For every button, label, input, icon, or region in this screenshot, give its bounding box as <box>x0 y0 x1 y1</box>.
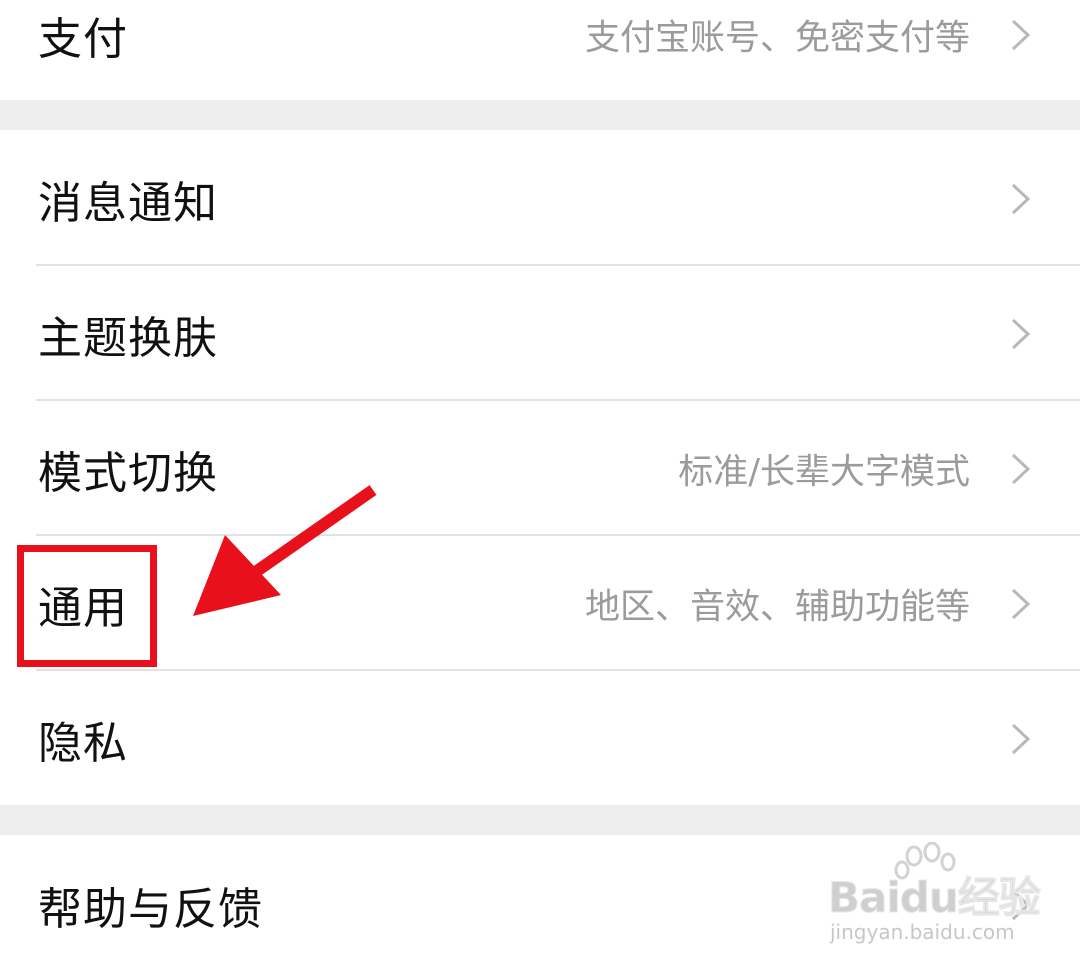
section-gap <box>0 805 1080 835</box>
settings-row-label: 消息通知 <box>38 178 218 229</box>
chevron-right-icon <box>1011 453 1031 485</box>
settings-row-label: 主题换肤 <box>38 313 218 364</box>
row-divider <box>36 399 1080 401</box>
row-divider <box>36 669 1080 671</box>
settings-row-label: 隐私 <box>38 718 128 769</box>
settings-row-label: 帮助与反馈 <box>38 884 263 935</box>
pointer-arrow-icon <box>193 485 377 616</box>
settings-row-payment[interactable]: 支付 支付宝账号、免密支付等 <box>0 0 1080 102</box>
settings-row-general[interactable]: 通用 地区、音效、辅助功能等 <box>0 537 1080 671</box>
chevron-right-icon <box>1011 183 1031 215</box>
settings-row-label: 支付 <box>38 14 128 65</box>
watermark: Baidu经验 jingyan.baidu.com <box>822 842 1062 952</box>
section-gap <box>0 100 1080 130</box>
settings-row-theme[interactable]: 主题换肤 <box>0 267 1080 401</box>
chevron-right-icon <box>1011 588 1031 620</box>
settings-row-hint: 地区、音效、辅助功能等 <box>584 587 970 628</box>
chevron-right-icon <box>1011 19 1031 51</box>
settings-row-hint: 标准/长辈大字模式 <box>678 452 970 493</box>
settings-row-privacy[interactable]: 隐私 <box>0 672 1080 806</box>
watermark-logo: Baidu经验 <box>828 873 1042 923</box>
chevron-right-icon <box>1011 723 1031 755</box>
row-divider <box>36 264 1080 266</box>
settings-row-mode-switch[interactable]: 模式切换 标准/长辈大字模式 <box>0 402 1080 536</box>
watermark-url: jingyan.baidu.com <box>830 920 1015 944</box>
highlight-box <box>17 545 157 667</box>
settings-row-hint: 支付宝账号、免密支付等 <box>584 18 970 59</box>
settings-row-notifications[interactable]: 消息通知 <box>0 132 1080 266</box>
chevron-right-icon <box>1011 318 1031 350</box>
